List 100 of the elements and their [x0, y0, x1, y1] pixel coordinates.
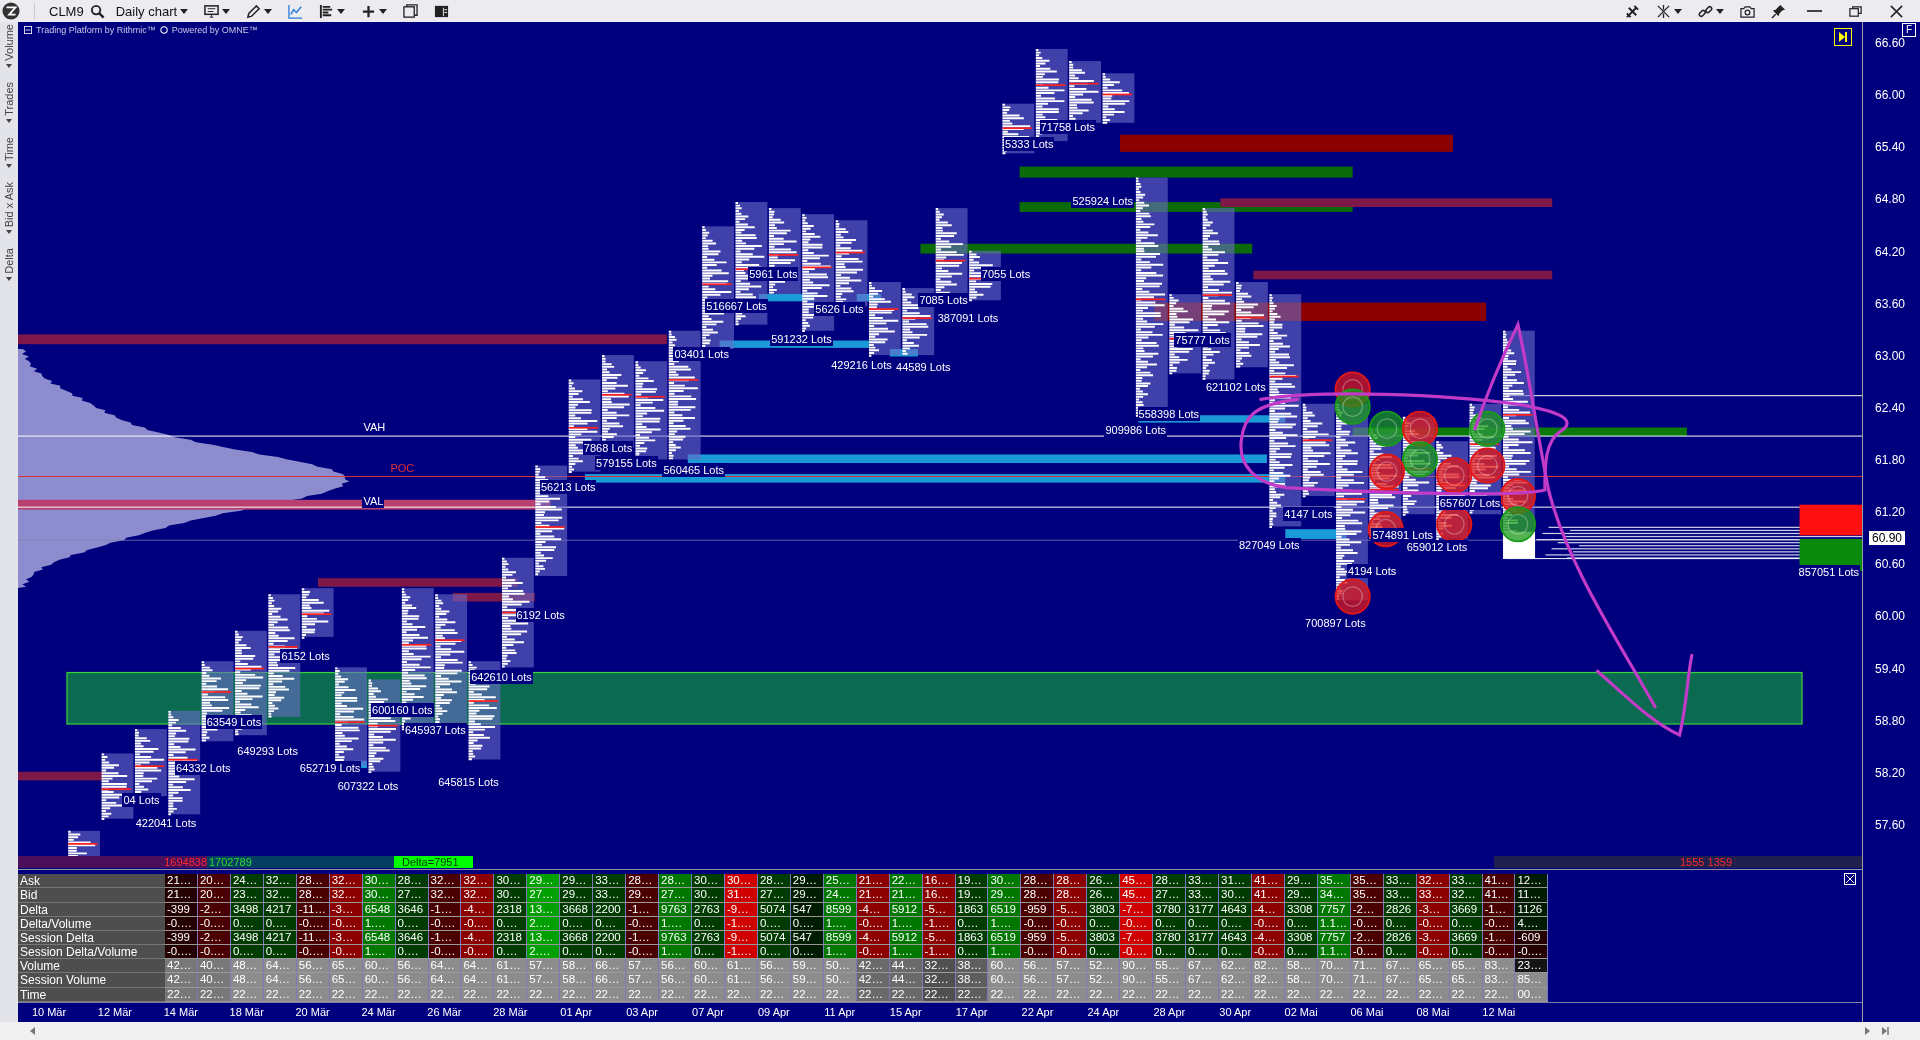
date-label: 20 Mär	[295, 1006, 330, 1018]
table-cell: 70…	[1317, 959, 1351, 974]
symbol-label[interactable]: CLM9	[49, 3, 84, 19]
horizontal-scrollbar[interactable]	[0, 1022, 1920, 1040]
side-panel-tab[interactable]: Trades	[1, 81, 17, 123]
table-cell: 61…	[724, 973, 758, 988]
jump-to-latest-button[interactable]	[1834, 28, 1852, 46]
delta-badge: Delta=7951	[394, 856, 473, 868]
table-cell: 26…	[1087, 888, 1121, 903]
search-icon[interactable]	[89, 3, 105, 19]
lot-volume-label: 591232 Lots	[770, 332, 833, 347]
app-logo-icon[interactable]	[2, 2, 20, 20]
table-cell: 0.…	[1087, 945, 1121, 960]
table-cell: 56…	[757, 959, 791, 974]
side-panel-tab[interactable]: Delta	[1, 247, 17, 281]
side-panel-tab[interactable]: Time	[1, 136, 17, 168]
table-cell: 28…	[757, 874, 791, 889]
scroll-left-icon[interactable]	[28, 1026, 38, 1036]
table-cell: 28…	[296, 874, 330, 889]
table-cell: 0.…	[593, 945, 627, 960]
table-cell: 30…	[362, 874, 396, 889]
table-cell: 60…	[692, 959, 725, 974]
table-cell: 30…	[692, 874, 725, 889]
table-cell: 64…	[428, 973, 462, 988]
table-cell: 28…	[1153, 874, 1187, 889]
date-label: 14 Mär	[163, 1006, 198, 1018]
table-cell: 32…	[461, 874, 495, 889]
table-cell: 56…	[395, 959, 429, 974]
current-price-tag: 60.90	[1869, 531, 1906, 545]
plus-icon	[361, 3, 377, 19]
table-cell: 28…	[1054, 874, 1088, 889]
table-cell: -0.…	[296, 945, 330, 960]
table-cell: -0.…	[428, 945, 462, 960]
table-cell: 59…	[790, 973, 824, 988]
table-cell: 64…	[461, 973, 495, 988]
close-panel-icon[interactable]	[1844, 873, 1856, 886]
price-tick-label: 66.60	[1875, 36, 1906, 50]
layout-icon	[434, 3, 450, 19]
side-panel-tab[interactable]: Bid x Ask	[1, 181, 17, 234]
table-cell: 29…	[1284, 888, 1318, 903]
date-label: 24 Apr	[1087, 1006, 1120, 1018]
window-icon	[403, 3, 419, 19]
table-cell: 42…	[165, 973, 198, 988]
table-cell: 44…	[889, 959, 923, 974]
table-cell: 58…	[1284, 973, 1318, 988]
table-cell: 0.…	[1186, 945, 1219, 960]
table-cell: 90…	[1120, 973, 1154, 988]
side-panel-tab[interactable]: Volume	[1, 24, 17, 68]
table-cell: 58…	[560, 973, 594, 988]
table-cell: 24…	[823, 888, 857, 903]
table-cell: 0.…	[1219, 945, 1252, 960]
tools-icon	[1625, 3, 1640, 19]
table-cell: 12…	[1515, 874, 1549, 889]
date-label: 17 Apr	[955, 1006, 988, 1018]
table-cell: 16…	[922, 888, 956, 903]
table-cell: 0.…	[1449, 945, 1483, 960]
table-cell: 42…	[856, 959, 890, 974]
table-cell: 85…	[1515, 973, 1549, 988]
chart-type-dropdown[interactable]: Daily chart	[110, 1, 194, 21]
lot-volume-label: 827049 Lots	[1237, 537, 1301, 552]
table-cell: 0.…	[790, 945, 824, 960]
table-cell: 32…	[329, 888, 363, 903]
lot-volume-label: 560465 Lots	[662, 463, 725, 478]
restore-icon	[1848, 3, 1863, 19]
date-label: 28 Mär	[493, 1006, 528, 1018]
table-cell: 40…	[197, 973, 231, 988]
table-cell: 32…	[922, 959, 956, 974]
scale-mode-button[interactable]: F	[1902, 23, 1916, 37]
close-icon	[1889, 3, 1904, 19]
table-cell: 31…	[1219, 874, 1252, 889]
table-cell: 24…	[230, 874, 264, 889]
table-cell: 56…	[1021, 959, 1055, 974]
row-label: Session Delta/Volume	[18, 945, 165, 960]
table-cell: 0.…	[692, 945, 725, 960]
table-cell: 52…	[1087, 959, 1121, 974]
table-cell: 56…	[296, 959, 330, 974]
table-cell: 29…	[790, 888, 824, 903]
scroll-right-icon[interactable]	[1862, 1026, 1872, 1036]
table-cell: 30…	[988, 874, 1022, 889]
table-cell: 0.…	[494, 945, 528, 960]
order-bubble	[1499, 506, 1536, 543]
table-cell: 38…	[955, 959, 989, 974]
scroll-end-icon[interactable]	[1880, 1026, 1890, 1036]
table-cell: 70…	[1317, 973, 1351, 988]
table-cell: 1.…	[988, 945, 1022, 960]
table-cell: 21…	[856, 888, 890, 903]
table-cell: 48…	[230, 959, 264, 974]
table-cell: 30…	[692, 888, 725, 903]
table-cell: 1.…	[362, 945, 396, 960]
table-cell: 33…	[593, 888, 627, 903]
camera-icon	[1740, 3, 1755, 19]
table-cell: 0.…	[263, 945, 297, 960]
table-cell: 57…	[626, 973, 660, 988]
table-cell: -0.…	[626, 945, 660, 960]
table-cell: 32…	[428, 874, 462, 889]
crosshair-icon	[1656, 3, 1671, 19]
price-tick-label: 59.40	[1875, 661, 1906, 676]
price-tick-label: 60.00	[1875, 609, 1906, 624]
table-cell: 0.…	[955, 945, 989, 960]
table-cell: 29…	[527, 874, 561, 889]
